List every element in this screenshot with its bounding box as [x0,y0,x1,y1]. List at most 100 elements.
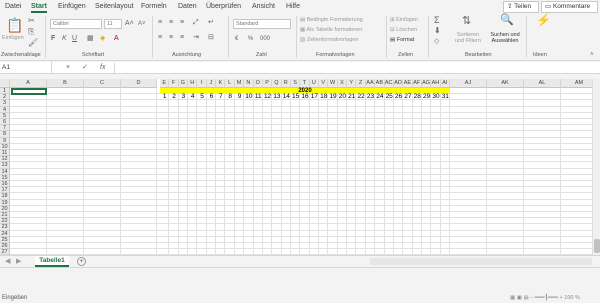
day-cell[interactable]: 11 [254,93,263,100]
day-cell[interactable]: 2 [169,93,178,100]
column-header[interactable]: W [328,79,338,88]
insert-function-icon[interactable]: fx [100,62,105,74]
column-header[interactable]: T [300,79,310,88]
column-header[interactable]: I [197,79,207,88]
add-sheet-icon[interactable]: + [77,257,86,266]
collapse-ribbon-icon[interactable]: ˄ [590,50,594,60]
menu-tab[interactable]: Seitenlayout [95,3,134,10]
currency-icon[interactable]: € [235,34,238,44]
day-cell[interactable]: 24 [375,93,384,100]
column-header[interactable]: F [169,79,179,88]
clear-icon[interactable]: ◇ [434,37,439,47]
day-cell[interactable]: 3 [179,93,188,100]
conditional-formatting-button[interactable]: ▤ Bedingte Formatierung [300,17,363,23]
fill-icon[interactable]: ⬇ [434,26,441,36]
day-cell[interactable]: 6 [207,93,216,100]
format-cells-button[interactable]: ▤ Format [390,37,414,43]
menu-tab[interactable]: Formeln [141,3,167,10]
column-header[interactable]: AA [365,79,376,88]
day-cell[interactable]: 31 [441,93,450,100]
day-cell[interactable]: 12 [263,93,272,100]
sort-filter-button[interactable]: Sortieren und Filtern [452,32,484,44]
cell-styles-button[interactable]: ▧ Zellenformatvorlagen [300,37,358,43]
zoom-slider[interactable]: ━━━┃━━━ [535,295,560,301]
day-cell[interactable]: 18 [319,93,328,100]
column-header[interactable]: Q [272,79,282,88]
column-header[interactable]: AM [561,79,592,88]
day-cell[interactable]: 22 [356,93,365,100]
column-header[interactable]: AJ [450,79,487,88]
day-cell[interactable]: 9 [235,93,244,100]
menu-tab[interactable]: Überprüfen [206,3,241,10]
insert-cells-button[interactable]: ⊞ Einfügen [390,17,418,23]
underline-icon[interactable]: U [72,34,77,44]
align-top-icon[interactable]: ≡ [158,18,162,28]
column-header[interactable]: K [216,79,226,88]
day-cell[interactable]: 8 [225,93,234,100]
column-header[interactable]: R [281,79,291,88]
paste-icon[interactable]: 📋 [6,17,23,33]
align-bottom-icon[interactable]: ≡ [180,18,184,28]
column-header[interactable]: AK [487,79,524,88]
day-cell[interactable]: 17 [310,93,319,100]
indent-icon[interactable]: ⇥ [193,33,199,43]
day-cell[interactable]: 27 [403,93,412,100]
number-format-select[interactable]: Standard [233,19,291,29]
zoom-control[interactable]: ▦ ▣ ▤ – ━━━┃━━━ + 100 % [510,295,580,301]
day-cell[interactable]: 14 [282,93,291,100]
font-color-icon[interactable]: A [114,34,119,44]
day-cell[interactable]: 1 [160,93,169,100]
scroll-thumb[interactable] [594,239,600,253]
column-header[interactable]: AF [412,79,422,88]
sort-filter-icon[interactable]: ⇅ [462,16,471,27]
vertical-scrollbar[interactable] [592,79,600,255]
day-cell[interactable]: 5 [197,93,206,100]
comments-button[interactable]: ▭ Kommentare [541,1,598,13]
column-header[interactable]: S [290,79,301,88]
column-header[interactable]: L [225,79,235,88]
column-header[interactable]: A [10,79,47,88]
align-center-icon[interactable]: ≡ [169,33,173,43]
column-header[interactable]: N [244,79,254,88]
day-cell[interactable]: 15 [291,93,300,100]
worksheet-grid[interactable]: A B C D E F G H I J K L M N O P Q R S T U V W X Y Z AA AB AC AD AE AF AG… [0,79,592,255]
day-cell[interactable]: 16 [300,93,309,100]
horizontal-scrollbar[interactable] [370,258,592,265]
align-right-icon[interactable]: ≡ [180,33,184,43]
copy-icon[interactable]: ⎘ [28,27,34,37]
sheet-tab-tabelle1[interactable]: Tabelle1 [35,256,69,267]
column-header[interactable]: P [262,79,273,88]
menu-tab[interactable]: Einfügen [58,3,86,10]
column-header[interactable]: E [160,79,170,88]
day-cell[interactable]: 7 [216,93,225,100]
prev-sheet-icon[interactable]: ◀ [5,257,10,265]
column-header[interactable]: J [206,79,217,88]
column-header[interactable]: AL [524,79,561,88]
font-name-select[interactable]: Calibri [50,19,102,29]
menu-tab[interactable]: Ansicht [252,3,275,10]
normal-view-icon[interactable]: ▦ [510,295,517,301]
day-cell[interactable]: 23 [366,93,375,100]
day-cell[interactable]: 30 [431,93,440,100]
align-left-icon[interactable]: ≡ [158,33,162,43]
column-header[interactable]: B [47,79,84,88]
column-header[interactable]: G [178,79,189,88]
bold-icon[interactable]: F [51,34,55,44]
column-header[interactable]: AI [440,79,450,88]
column-header[interactable]: AH [431,79,441,88]
formula-input[interactable] [114,63,598,73]
menu-tab[interactable]: Hilfe [286,3,300,10]
column-header[interactable]: X [337,79,348,88]
day-cell[interactable]: 29 [422,93,431,100]
day-cell[interactable]: 4 [188,93,197,100]
orientation-icon[interactable]: ⤢ [193,18,199,28]
ideas-icon[interactable]: ⚡ [536,14,551,26]
day-cell[interactable]: 28 [413,93,422,100]
merge-cells-icon[interactable]: ⊟ [208,33,214,43]
day-cell[interactable]: 10 [244,93,253,100]
menu-tab[interactable]: Datei [5,3,21,10]
find-select-icon[interactable]: 🔍 [500,15,514,26]
autosum-icon[interactable]: Σ [434,15,440,25]
fill-color-icon[interactable]: ◈ [100,34,105,44]
column-header[interactable]: AD [393,79,404,88]
